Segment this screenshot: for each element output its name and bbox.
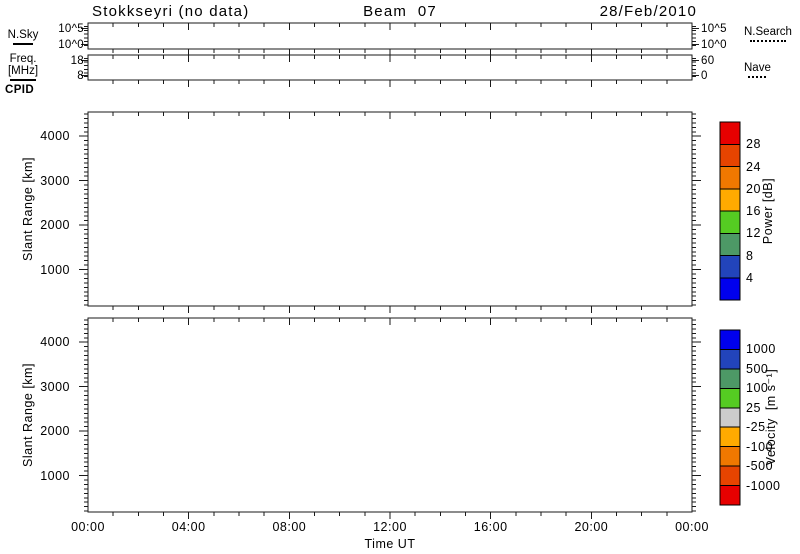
strip-nsky-right-tick-label: 10^0 (701, 38, 727, 51)
velocity-y-tick-label: 3000 (40, 379, 70, 394)
beam-label: Beam 07 (363, 3, 437, 20)
radar-summary-plot: Stokkseyri (no data) Beam 07 28/Feb/2010… (0, 0, 800, 554)
strip-freq-left-tick-label: 8 (77, 69, 84, 82)
velocity-colorbar-tick-label: 100 (746, 381, 769, 396)
velocity-panel (87, 317, 693, 519)
power-panel (87, 111, 693, 313)
velocity-colorbar-tick-label: -1000 (746, 478, 781, 493)
power-colorbar-tick-label: 16 (746, 204, 761, 218)
power-colorbar-tick-label: 8 (746, 248, 754, 263)
power-colorbar-tick-label: 28 (746, 137, 761, 152)
power-y-tick-label: 3000 (40, 173, 70, 188)
velocity-colorbar-tick-label: -100 (746, 439, 774, 454)
power-colorbar (719, 121, 741, 301)
time-tick-label: 08:00 (272, 520, 307, 534)
date-label: 28/Feb/2010 (599, 3, 697, 20)
time-tick-label: 12:00 (373, 520, 407, 534)
power-y-tick-label: 2000 (40, 218, 70, 233)
velocity-colorbar-tick-label: 1000 (746, 342, 776, 357)
strip-panel-nsky (87, 22, 693, 56)
strip-freq-left-tick-label: 18 (70, 54, 84, 67)
time-tick-label: 20:00 (574, 520, 609, 534)
power-panel-yticks (79, 113, 701, 306)
velocity-colorbar-tick-label: -500 (746, 459, 774, 474)
power-colorbar-tick-label: 20 (746, 181, 761, 196)
time-tick-label: 00:00 (675, 520, 709, 534)
velocity-colorbar-tick-label: 500 (746, 361, 769, 376)
velocity-y-tick-label: 4000 (40, 335, 70, 350)
velocity-colorbar-tick-label: 25 (746, 400, 761, 415)
power-colorbar-tick-label: 12 (746, 226, 761, 241)
strip-nsky-left-tick-label: 10^0 (58, 38, 84, 51)
velocity-colorbar (719, 329, 741, 506)
time-tick-label: 16:00 (473, 520, 508, 534)
time-tick-label: 04:00 (171, 520, 206, 534)
strip-freq-right-tick-label: 0 (701, 69, 708, 82)
power-y-tick-label: 1000 (40, 262, 70, 277)
time-tick-label: 00:00 (71, 520, 105, 534)
strip-freq-right-tick-label: 60 (701, 54, 715, 67)
power-colorbar-tick-label: 24 (746, 159, 761, 174)
strip-nsky-right-tick-label: 10^5 (701, 22, 727, 35)
power-colorbar-tick-label: 4 (746, 270, 754, 285)
strip-nsky-left-tick-label: 10^5 (58, 22, 84, 35)
velocity-panel-yticks (79, 319, 701, 512)
velocity-y-tick-label: 2000 (40, 424, 70, 439)
time-axis-title: Time UT (364, 537, 416, 551)
power-y-tick-label: 4000 (40, 129, 70, 144)
velocity-colorbar-tick-label: -25 (746, 420, 766, 435)
chart-canvas (79, 22, 741, 519)
strip-panel-freq (87, 54, 693, 87)
page-title: Stokkseyri (no data) (92, 3, 250, 20)
cpid-label: CPID (5, 84, 35, 96)
velocity-y-tick-label: 1000 (40, 468, 70, 483)
